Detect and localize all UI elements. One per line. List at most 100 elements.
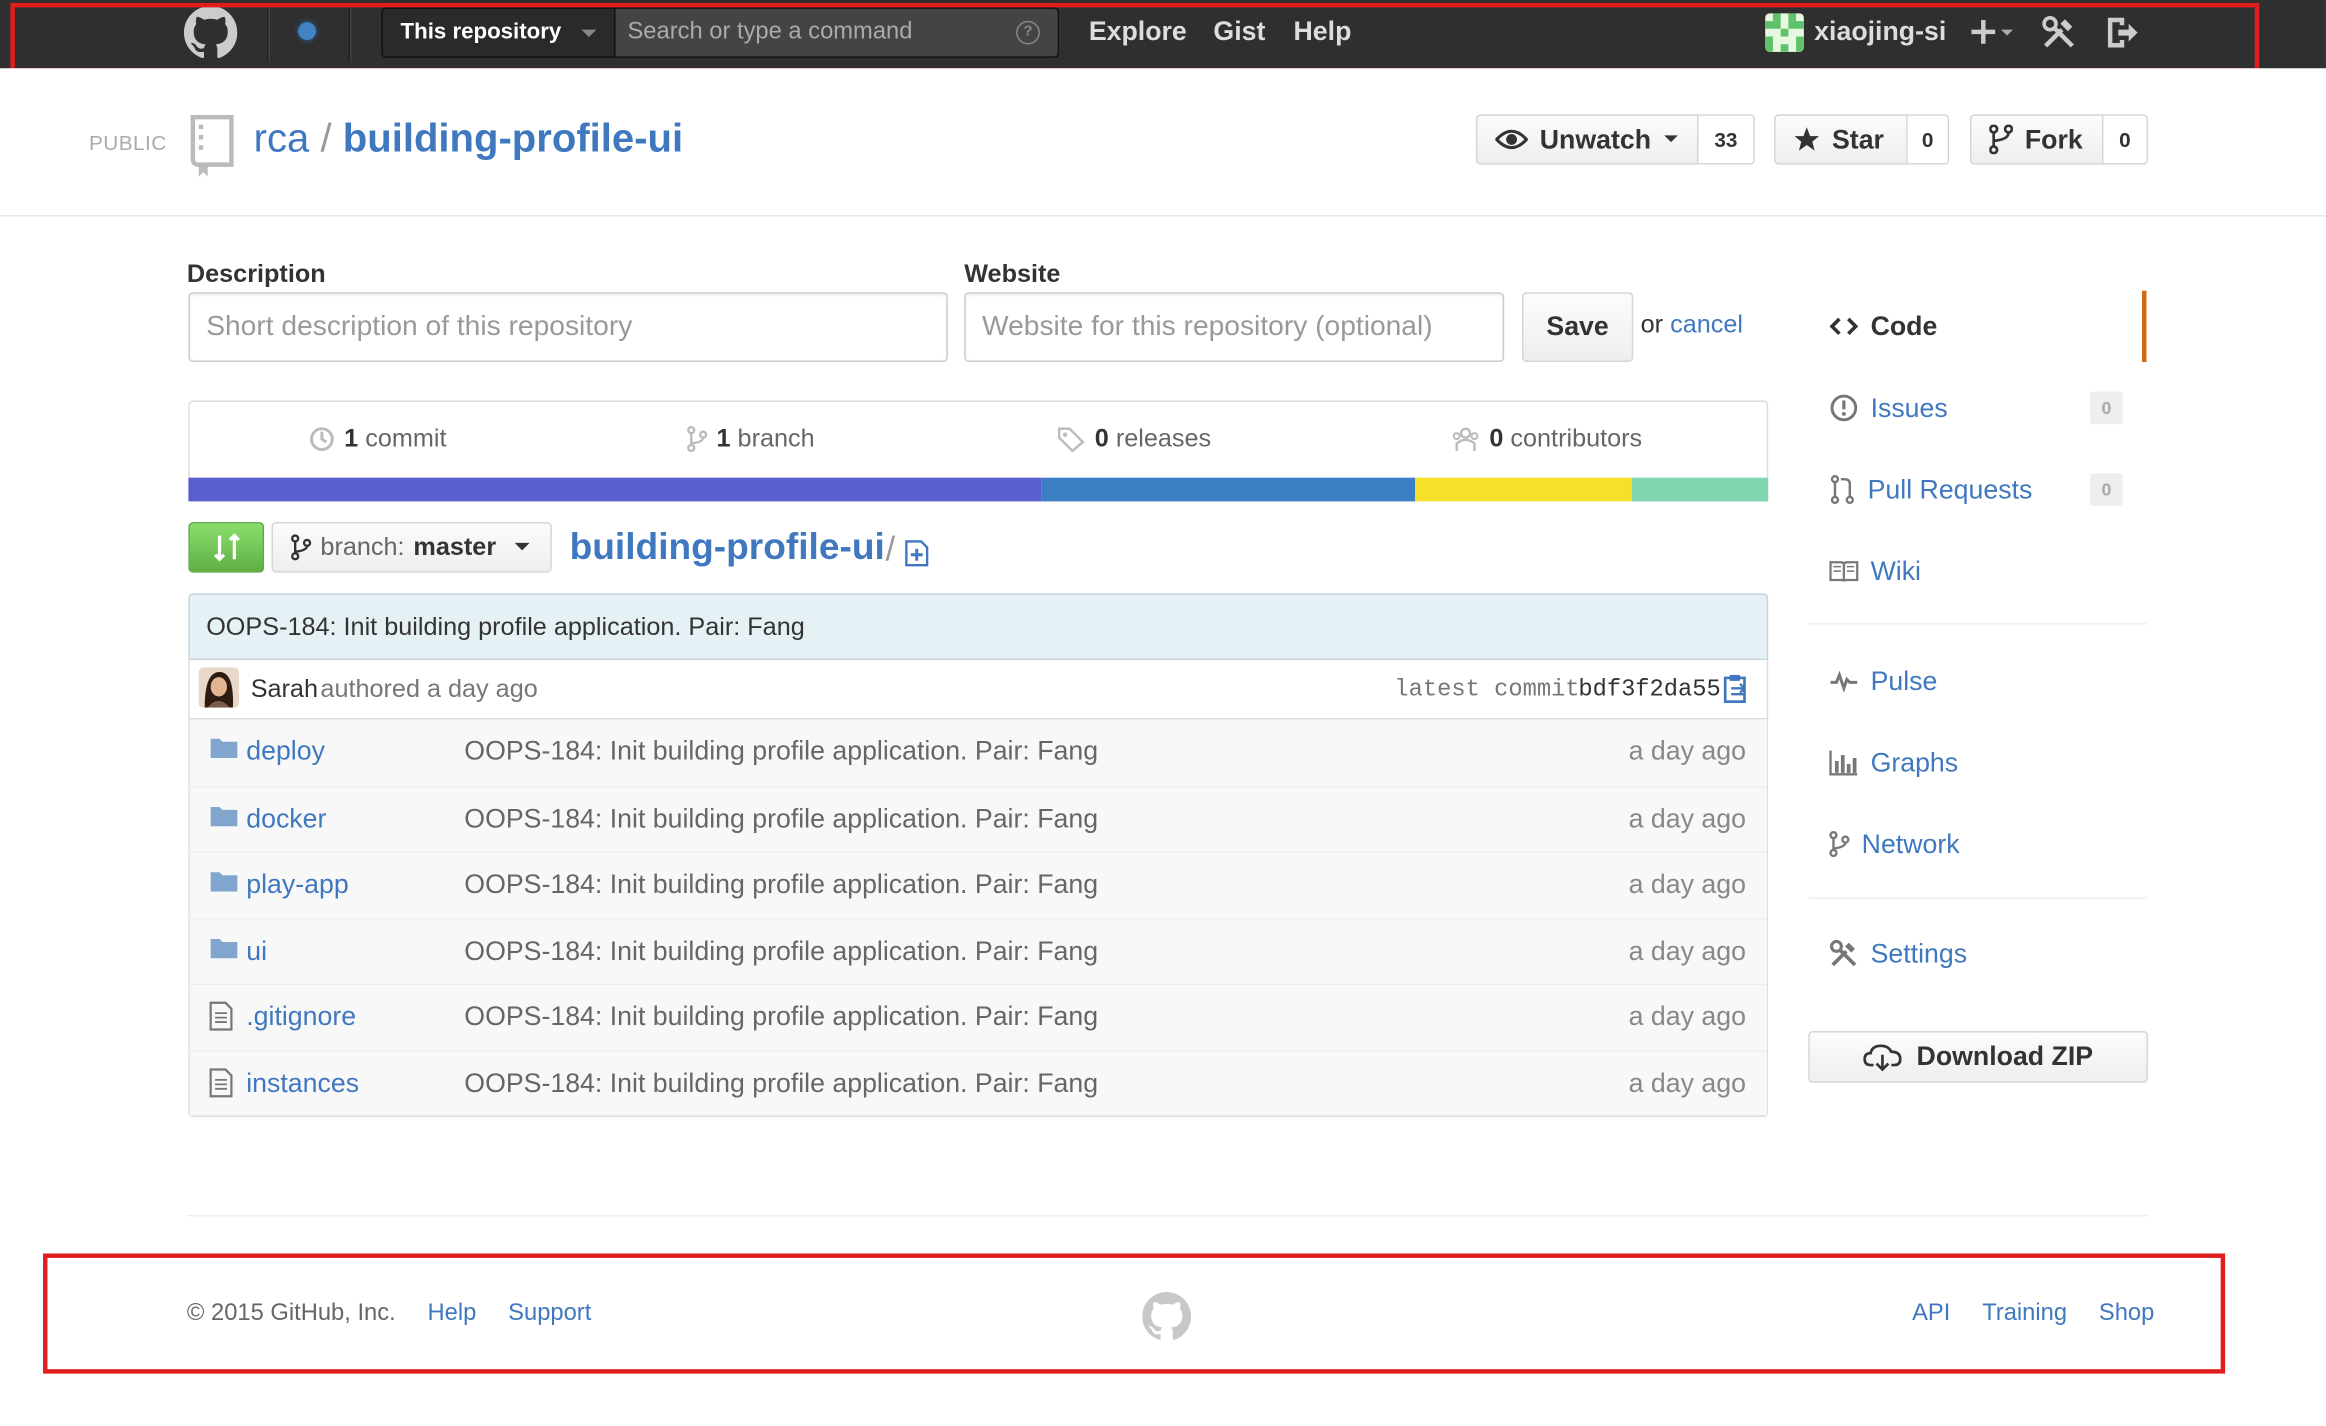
breadcrumb-root[interactable]: building-profile-ui	[570, 527, 885, 570]
language-bar[interactable]	[188, 477, 1769, 502]
footer-link-help[interactable]: Help	[428, 1301, 477, 1326]
star-label: Star	[1831, 123, 1884, 154]
fork-button[interactable]: Fork	[1969, 114, 2104, 165]
sidebar-item-graphs[interactable]: Graphs	[1808, 727, 2146, 798]
commit-meta: Sarah authored a day ago latest commit b…	[188, 660, 1769, 720]
commits-link[interactable]: 1 commit	[309, 424, 447, 454]
clipboard-icon[interactable]	[1722, 673, 1749, 703]
save-button[interactable]: Save	[1521, 292, 1634, 362]
sidebar-item-pull-requests[interactable]: Pull Requests 0	[1808, 454, 2146, 525]
sidebar-item-issues[interactable]: Issues 0	[1808, 372, 2146, 443]
user-avatar[interactable]	[1765, 13, 1804, 52]
github-logo-icon[interactable]	[183, 5, 238, 59]
fork-label: Fork	[2024, 123, 2083, 154]
sidebar-network-label: Network	[1861, 828, 1960, 859]
language-bar-segment[interactable]	[1415, 477, 1633, 502]
cancel-link[interactable]: cancel	[1670, 310, 1743, 338]
file-commit-message[interactable]: OOPS-184: Init building profile applicat…	[464, 1001, 1098, 1032]
description-placeholder: Short description of this repository	[206, 311, 633, 343]
footer-link-shop[interactable]: Shop	[2099, 1301, 2154, 1326]
identicon-icon	[1765, 13, 1804, 52]
star-button[interactable]: Star	[1774, 114, 1908, 165]
nav-gist[interactable]: Gist	[1213, 0, 1265, 65]
commit-message[interactable]: OOPS-184: Init building profile applicat…	[206, 613, 805, 641]
file-row: play-app OOPS-184: Init building profile …	[189, 851, 1767, 918]
sidebar-code-label: Code	[1870, 310, 1938, 341]
new-file-icon[interactable]	[903, 540, 930, 567]
latest-commit-label: latest commit	[1394, 676, 1580, 704]
footer-link-training[interactable]: Training	[1982, 1301, 2067, 1326]
sidebar-item-code[interactable]: Code	[1808, 290, 2147, 362]
repo-pagehead: PUBLIC rca / building-profile-ui Unwatch…	[0, 68, 2326, 217]
file-name-link[interactable]: .gitignore	[246, 1001, 356, 1032]
file-commit-message[interactable]: OOPS-184: Init building profile applicat…	[464, 1067, 1098, 1098]
unwatch-button[interactable]: Unwatch	[1475, 114, 1699, 165]
header-divider	[267, 5, 269, 63]
sidebar-item-pulse[interactable]: Pulse	[1808, 645, 2146, 716]
sign-out-icon[interactable]	[2103, 15, 2139, 51]
file-commit-message[interactable]: OOPS-184: Init building profile applicat…	[464, 803, 1098, 834]
sidebar-item-wiki[interactable]: Wiki	[1808, 536, 2146, 607]
github-mark-icon[interactable]	[1142, 1292, 1192, 1341]
search-scope-toggle[interactable]: This repository	[381, 7, 616, 58]
active-indicator	[2142, 290, 2147, 362]
fork-count[interactable]: 0	[2103, 114, 2148, 165]
contributors-count: 0	[1489, 424, 1504, 453]
file-name-link[interactable]: docker	[246, 803, 326, 834]
author-avatar[interactable]	[198, 667, 239, 708]
repo-owner-link[interactable]: rca	[254, 116, 310, 161]
nav-explore[interactable]: Explore	[1089, 0, 1187, 65]
download-zip-button[interactable]: Download ZIP	[1808, 1030, 2148, 1083]
sidebar-divider	[1808, 897, 2147, 899]
download-zip-label: Download ZIP	[1916, 1041, 2094, 1072]
language-bar-segment[interactable]	[188, 477, 1042, 502]
description-input[interactable]: Short description of this repository	[188, 292, 948, 362]
search-input[interactable]: Search or type a command ?	[615, 7, 1060, 58]
file-age: a day ago	[1628, 869, 1746, 899]
author-link[interactable]: Sarah	[251, 675, 318, 705]
commit-sha-link[interactable]: bdf3f2da55	[1578, 676, 1720, 703]
file-name-link[interactable]: instances	[246, 1067, 359, 1098]
tools-icon[interactable]	[2041, 15, 2077, 51]
notification-indicator-icon[interactable]	[298, 22, 316, 41]
footer-right: API Training Shop	[1887, 1301, 2154, 1328]
nav-help[interactable]: Help	[1294, 0, 1352, 65]
sidebar-pulls-label: Pull Requests	[1867, 473, 2033, 504]
compare-icon	[213, 533, 240, 562]
plus-icon[interactable]	[1970, 18, 2015, 48]
question-icon[interactable]: ?	[1016, 20, 1040, 45]
file-name-link[interactable]: play-app	[246, 869, 348, 900]
file-name-link[interactable]: ui	[246, 935, 267, 966]
sidebar-item-network[interactable]: Network	[1808, 808, 2146, 879]
repo-title: rca / building-profile-ui	[254, 116, 683, 162]
cancel-group: or cancel	[1641, 310, 1743, 340]
issue-icon	[1830, 394, 1858, 422]
file-commit-message[interactable]: OOPS-184: Init building profile applicat…	[464, 869, 1098, 900]
website-input[interactable]: Website for this repository (optional)	[964, 292, 1505, 362]
description-label: Description	[186, 259, 326, 288]
sidebar-item-settings[interactable]: Settings	[1808, 918, 2146, 989]
language-bar-segment[interactable]	[1041, 477, 1416, 502]
file-name-link[interactable]: deploy	[246, 736, 325, 767]
star-icon	[1794, 127, 1820, 151]
branch-select-button[interactable]: branch: master	[271, 522, 552, 573]
sidebar-divider	[1808, 623, 2147, 625]
username-link[interactable]: xiaojing-si	[1814, 0, 1946, 65]
releases-link[interactable]: 0 releases	[1056, 424, 1211, 454]
star-group: Star 0	[1774, 114, 1950, 165]
site-header: This repository Search or type a command…	[0, 0, 2326, 70]
file-commit-message[interactable]: OOPS-184: Init building profile applicat…	[464, 736, 1098, 767]
footer-link-support[interactable]: Support	[508, 1301, 591, 1326]
branches-link[interactable]: 1 branch	[687, 424, 815, 454]
file-text-icon	[209, 1001, 233, 1031]
contributors-link[interactable]: 0 contributors	[1451, 424, 1642, 454]
compare-button[interactable]	[188, 522, 265, 573]
watch-count[interactable]: 33	[1698, 114, 1755, 165]
language-bar-segment[interactable]	[1632, 477, 1769, 502]
file-commit-message[interactable]: OOPS-184: Init building profile applicat…	[464, 935, 1098, 966]
person-avatar-icon	[198, 667, 239, 708]
star-count[interactable]: 0	[1907, 114, 1950, 165]
repo-name-link[interactable]: building-profile-ui	[343, 116, 683, 161]
commits-label: commit	[365, 424, 447, 453]
footer-link-api[interactable]: API	[1912, 1301, 1950, 1326]
